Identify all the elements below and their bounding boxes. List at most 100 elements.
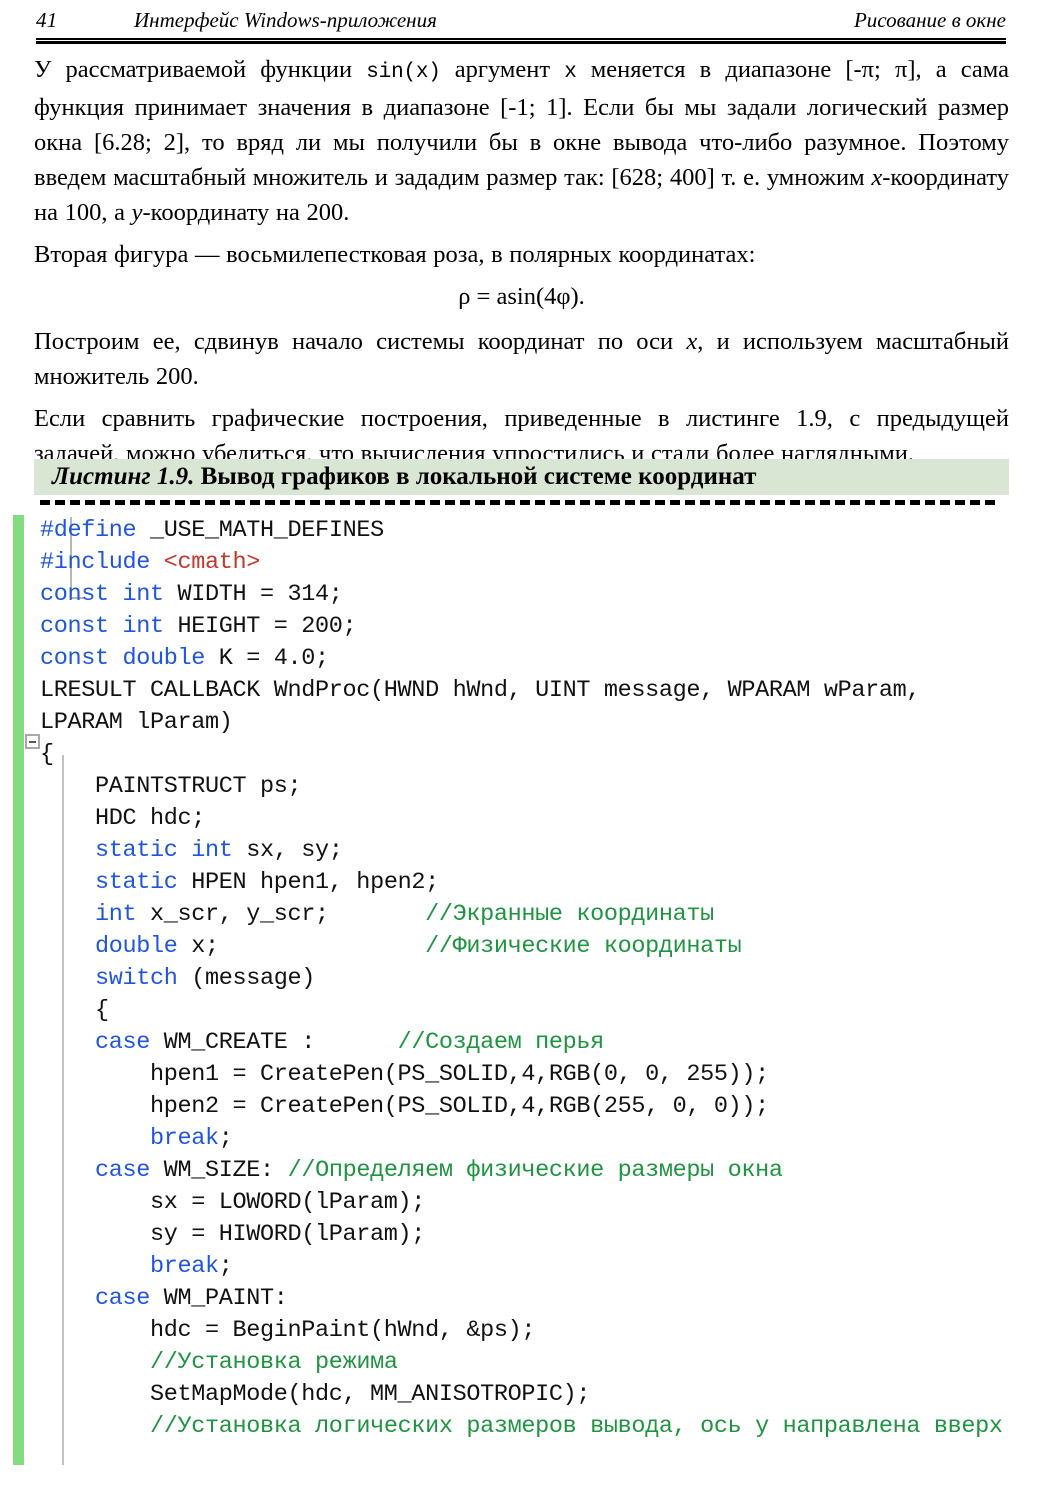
code-token-kw: int: [95, 901, 137, 928]
code-token-pln: WM_PAINT:: [150, 1285, 288, 1312]
code-token-kw: case: [95, 1029, 151, 1056]
collapse-minus-icon[interactable]: [25, 734, 40, 749]
change-bar-indicator: [13, 515, 24, 1465]
code-token-kw: case: [95, 1285, 151, 1312]
code-token-pln: [40, 1413, 150, 1440]
code-line: //Установка режима: [40, 1347, 1030, 1379]
paragraph-2: Вторая фигура — восьмилепестковая роза, …: [34, 241, 756, 268]
code-token-kw: const double: [40, 645, 206, 672]
code-token-pln: [40, 869, 95, 896]
code-line: sx = LOWORD(lParam);: [40, 1187, 1030, 1219]
code-line: PAINTSTRUCT ps;: [40, 771, 1030, 803]
p1-var-x: x: [871, 164, 883, 191]
code-line: LRESULT CALLBACK WndProc(HWND hWnd, UINT…: [40, 675, 1030, 707]
code-token-kw: static: [95, 869, 178, 896]
code-token-pp: #define: [40, 517, 137, 544]
body-text: У рассматриваемой функции sin(x) аргумен…: [34, 52, 1009, 478]
p3-var-x: x: [686, 328, 698, 355]
code-line: const int HEIGHT = 200;: [40, 611, 1030, 643]
code-line: const int WIDTH = 314;: [40, 579, 1030, 611]
listing-dashed-divider: [40, 500, 995, 505]
document-page: 41 Интерфейс Windows-приложения Рисовани…: [0, 0, 1041, 1500]
code-token-pln: hdc = BeginPaint(hWnd, &ps);: [40, 1317, 536, 1344]
code-token-pln: HEIGHT = 200;: [163, 613, 357, 640]
code-line: case WM_CREATE : //Создаем перья: [40, 1027, 1030, 1059]
code-token-kw: double: [95, 933, 178, 960]
code-line: hpen2 = CreatePen(PS_SOLID,4,RGB(255, 0,…: [40, 1091, 1030, 1123]
code-line: static HPEN hpen1, hpen2;: [40, 867, 1030, 899]
code-token-pln: WIDTH = 314;: [163, 581, 343, 608]
code-token-cmt: //Экранные координаты: [425, 901, 714, 928]
code-token-pln: LRESULT CALLBACK WndProc(HWND hWnd, UINT…: [40, 677, 921, 704]
code-token-pln: ;: [218, 1253, 233, 1280]
code-token-kw: const int: [40, 613, 164, 640]
code-token-pln: [40, 837, 95, 864]
code-token-pln: hpen1 = CreatePen(PS_SOLID,4,RGB(0, 0, 2…: [40, 1061, 769, 1088]
code-token-pln: (message): [177, 965, 316, 992]
code-token-pln: HPEN hpen1, hpen2;: [177, 869, 439, 896]
code-line: #define _USE_MATH_DEFINES: [40, 515, 1030, 547]
listing-caption: Листинг 1.9. Вывод графиков в локальной …: [52, 463, 756, 491]
code-token-pln: LPARAM lParam): [40, 709, 233, 736]
p1-code-sin: sin(x): [366, 61, 441, 84]
code-line: static int sx, sy;: [40, 835, 1030, 867]
code-token-str: <cmath>: [163, 549, 261, 576]
code-token-kw: break: [150, 1253, 219, 1280]
code-token-pln: sx = LOWORD(lParam);: [40, 1189, 426, 1216]
code-line: #include <cmath>: [40, 547, 1030, 579]
code-line: HDC hdc;: [40, 803, 1030, 835]
code-token-kw: case: [95, 1157, 151, 1184]
code-token-kw: switch: [95, 965, 178, 992]
code-line: {: [40, 739, 1030, 771]
code-token-pln: _USE_MATH_DEFINES: [136, 517, 384, 544]
paragraph-1: У рассматриваемой функции sin(x) аргумен…: [34, 52, 1009, 230]
code-token-pln: WM_CREATE :: [150, 1029, 398, 1056]
code-token-kw: static int: [95, 837, 233, 864]
code-line: case WM_PAINT:: [40, 1283, 1030, 1315]
code-line: sy = HIWORD(lParam);: [40, 1219, 1030, 1251]
header-rule-thick: [36, 41, 1006, 44]
code-token-pln: hpen2 = CreatePen(PS_SOLID,4,RGB(255, 0,…: [40, 1093, 769, 1120]
code-token-cmt: //Установка режима: [150, 1349, 398, 1376]
code-token-kw: break: [150, 1125, 219, 1152]
code-token-pln: [150, 549, 164, 576]
running-head-left: Интерфейс Windows-приложения: [134, 8, 437, 32]
code-line: break;: [40, 1123, 1030, 1155]
code-token-cmt: //Создаем перья: [397, 1029, 605, 1056]
code-token-pln: PAINTSTRUCT ps;: [40, 773, 302, 800]
code-token-pln: sy = HIWORD(lParam);: [40, 1221, 426, 1248]
formula-rho: ρ = asin(4φ).: [458, 283, 585, 310]
p1-var-y: y: [131, 199, 143, 226]
code-line: SetMapMode(hdc, MM_ANISOTROPIC);: [40, 1379, 1030, 1411]
running-head: 41 Интерфейс Windows-приложения Рисовани…: [36, 8, 1006, 44]
code-token-pln: sx, sy;: [232, 837, 343, 864]
code-token-pp: #include: [40, 549, 151, 576]
code-token-pln: {: [40, 997, 109, 1024]
code-token-pln: [40, 1125, 150, 1152]
p1-seg-1: У рассматриваемой функции: [34, 56, 367, 83]
code-token-pln: ;: [218, 1125, 233, 1152]
p3-seg-1: Построим ее, сдвинув начало системы коор…: [34, 328, 687, 355]
code-token-pln: [40, 933, 95, 960]
code-token-cmt: //Установка логических размеров вывода, …: [150, 1413, 1003, 1440]
code-token-pln: [40, 1285, 95, 1312]
code-line: const double K = 4.0;: [40, 643, 1030, 675]
code-token-pln: HDC hdc;: [40, 805, 206, 832]
code-line: hdc = BeginPaint(hWnd, &ps);: [40, 1315, 1030, 1347]
listing-caption-number: Листинг 1.9.: [52, 463, 195, 490]
code-token-pln: [40, 1157, 95, 1184]
code-token-pln: [40, 1029, 95, 1056]
code-line: hpen1 = CreatePen(PS_SOLID,4,RGB(0, 0, 2…: [40, 1059, 1030, 1091]
code-line: LPARAM lParam): [40, 707, 1030, 739]
p1-seg-5: -координату на 200.: [142, 199, 350, 226]
code-token-pln: K = 4.0;: [205, 645, 329, 672]
code-line: switch (message): [40, 963, 1030, 995]
code-token-pln: [40, 901, 95, 928]
p1-code-x: x: [564, 61, 577, 84]
code-line: double x; //Физические координаты: [40, 931, 1030, 963]
listing-caption-title: Вывод графиков в локальной системе коорд…: [194, 463, 757, 490]
code-token-pln: x_scr, y_scr;: [136, 901, 426, 928]
code-token-pln: SetMapMode(hdc, MM_ANISOTROPIC);: [40, 1381, 591, 1408]
code-token-pln: [40, 1253, 150, 1280]
code-token-pln: {: [40, 741, 54, 768]
